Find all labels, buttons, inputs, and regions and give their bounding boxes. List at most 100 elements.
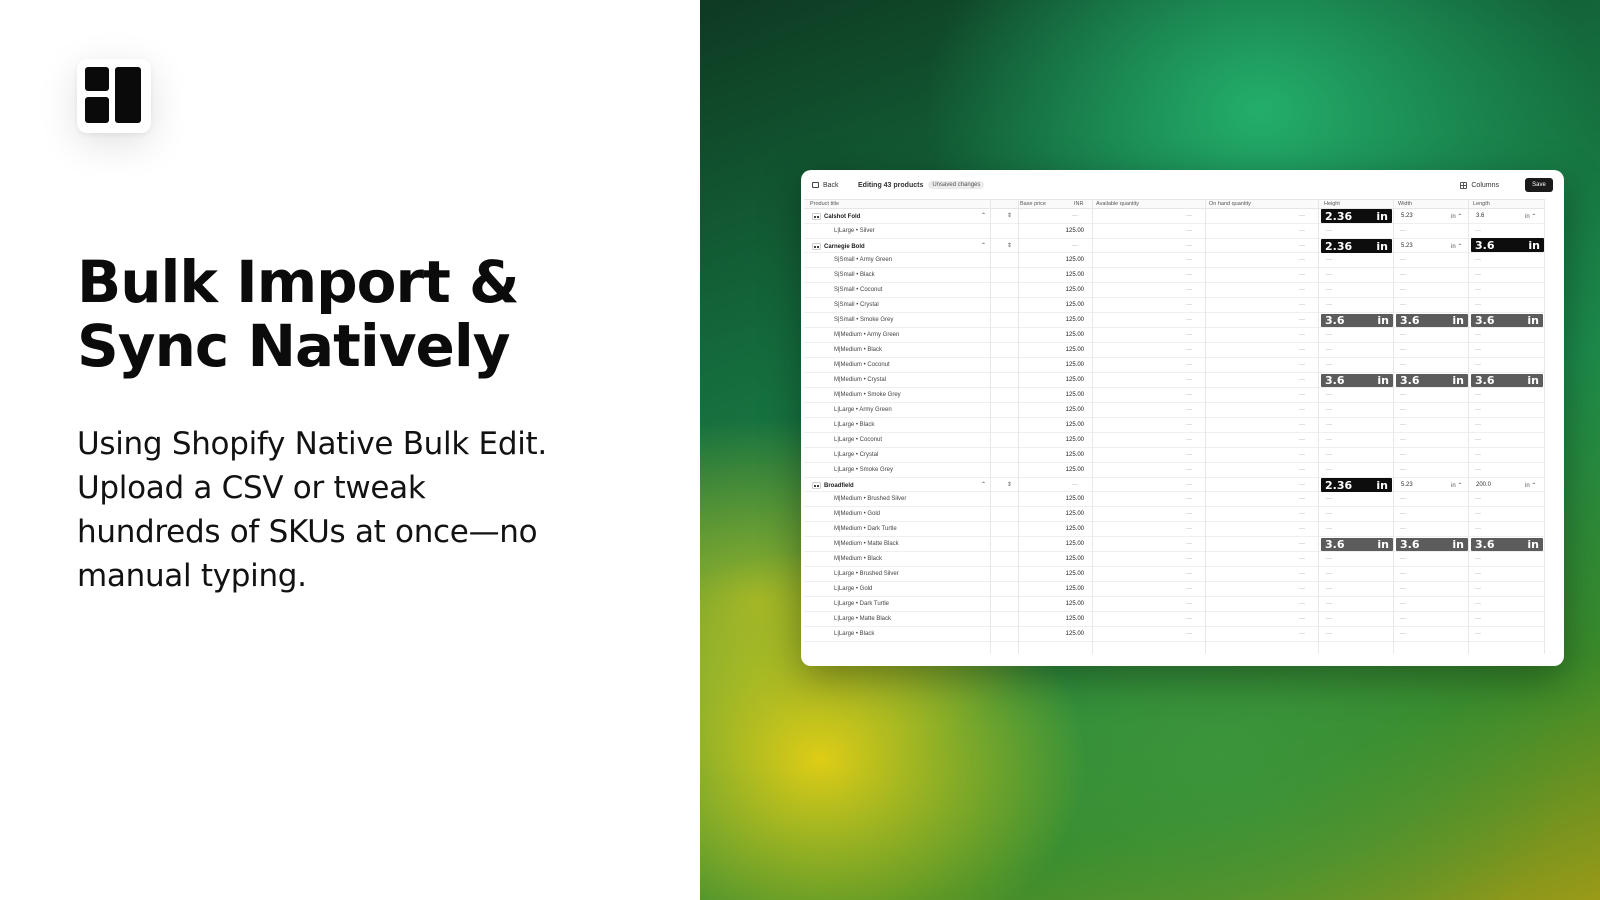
base-price-value[interactable]: 125.00 xyxy=(1054,601,1084,607)
variant-row[interactable]: S|Small • Army Green 125.00 — — — — — xyxy=(804,253,1544,268)
base-price-value[interactable]: 125.00 xyxy=(1054,556,1084,562)
variant-row[interactable]: L|Large • Coconut 125.00 — — — — — xyxy=(804,433,1544,448)
width-value[interactable]: 5.23 xyxy=(1401,243,1413,249)
product-title-cell[interactable]: Broadfield xyxy=(812,482,854,489)
variant-row[interactable]: M|Medium • Gold 125.00 — — — — — xyxy=(804,507,1544,522)
base-price-value[interactable]: 125.00 xyxy=(1054,407,1084,413)
empty-cell: — xyxy=(1400,228,1406,234)
product-row[interactable]: Broadfield ⌃ ⇕ — — — 2.36 in 5.23 in ⌃ 200.0 in ⌃ xyxy=(804,478,1544,492)
variant-row[interactable]: M|Medium • Black 125.00 — — — — — xyxy=(804,552,1544,567)
length-value[interactable]: 200.0 xyxy=(1476,482,1491,488)
sort-stepper-icon[interactable]: ⇕ xyxy=(1007,212,1012,219)
width-input[interactable]: 3.6 in xyxy=(1396,314,1468,327)
chevron-up-icon[interactable]: ⌃ xyxy=(981,212,986,219)
base-price-value[interactable]: 125.00 xyxy=(1054,631,1084,637)
columns-button[interactable]: Columns xyxy=(1460,178,1499,192)
variant-row[interactable]: L|Large • Brushed Silver 125.00 — — — — — xyxy=(804,567,1544,582)
variant-row[interactable]: L|Large • Matte Black 125.00 — — — — — xyxy=(804,612,1544,627)
product-row[interactable]: Carnegie Bold ⌃ ⇕ — — — 2.36 in 5.23 in ⌃ 3.6 in xyxy=(804,238,1544,253)
width-unit[interactable]: in ⌃ xyxy=(1451,482,1462,489)
variant-row[interactable]: M|Medium • Smoke Grey 125.00 — — — — — xyxy=(804,388,1544,403)
width-value: 3.6 xyxy=(1400,538,1420,551)
sort-stepper-icon[interactable]: ⇕ xyxy=(1007,242,1012,249)
variant-row[interactable]: M|Medium • Black 125.00 — — — — — xyxy=(804,343,1544,358)
base-price-value[interactable]: 125.00 xyxy=(1054,317,1084,323)
base-price-value[interactable]: 125.00 xyxy=(1054,541,1084,547)
width-value[interactable]: 5.23 xyxy=(1401,213,1413,219)
base-price-value[interactable]: 125.00 xyxy=(1054,332,1084,338)
empty-cell: — xyxy=(1326,511,1332,517)
product-title-cell[interactable]: Calshot Fold xyxy=(812,213,860,220)
base-price-value[interactable]: 125.00 xyxy=(1054,526,1084,532)
empty-cell: — xyxy=(1186,467,1192,473)
variant-row[interactable]: M|Medium • Brushed Silver 125.00 — — — — — xyxy=(804,492,1544,507)
base-price-value[interactable]: 125.00 xyxy=(1054,616,1084,622)
variant-row[interactable]: M|Medium • Dark Turtle 125.00 — — — — — xyxy=(804,522,1544,537)
height-input[interactable]: 2.36 in xyxy=(1321,209,1392,223)
base-price-value[interactable]: 125.00 xyxy=(1054,437,1084,443)
product-row[interactable]: Calshot Fold ⌃ ⇕ — — — 2.36 in 5.23 in ⌃ 3.6 in ⌃ xyxy=(804,209,1544,224)
variant-row[interactable]: L|Large • Dark Turtle 125.00 — — — — — xyxy=(804,597,1544,612)
base-price-value[interactable]: 125.00 xyxy=(1054,392,1084,398)
length-input[interactable]: 3.6 in xyxy=(1471,314,1543,327)
variant-row[interactable]: L|Large • Army Green 125.00 — — — — — xyxy=(804,403,1544,418)
length-input[interactable]: 3.6 in xyxy=(1471,238,1544,252)
width-value[interactable]: 5.23 xyxy=(1401,482,1413,488)
back-button[interactable]: Back xyxy=(812,178,839,192)
variant-row[interactable]: M|Medium • Crystal 125.00 3.6 in 3.6 in 3.6 in —… xyxy=(804,373,1544,388)
base-price-value[interactable]: 125.00 xyxy=(1054,302,1084,308)
width-unit[interactable]: in ⌃ xyxy=(1451,213,1462,220)
base-price-value[interactable]: 125.00 xyxy=(1054,511,1084,517)
length-input[interactable]: 3.6 in xyxy=(1471,374,1543,387)
chevron-up-icon[interactable]: ⌃ xyxy=(981,242,986,249)
variant-row[interactable]: M|Medium • Matte Black 125.00 3.6 in 3.6 in 3.… xyxy=(804,537,1544,552)
variant-row[interactable]: L|Large • Smoke Grey 125.00 — — — — — xyxy=(804,463,1544,478)
empty-cell: — xyxy=(1326,332,1332,338)
base-price-value[interactable]: 125.00 xyxy=(1054,496,1084,502)
height-input[interactable]: 3.6 in xyxy=(1321,374,1393,387)
variant-row[interactable]: L|Large • Crystal 125.00 — — — — — xyxy=(804,448,1544,463)
base-price-value[interactable]: 125.00 xyxy=(1054,287,1084,293)
length-input[interactable]: 3.6 in xyxy=(1471,538,1543,551)
width-unit[interactable]: in ⌃ xyxy=(1451,243,1462,250)
base-price-value[interactable]: 125.00 xyxy=(1054,422,1084,428)
variant-row[interactable]: L|Large • Gold 125.00 — — — — — xyxy=(804,582,1544,597)
chevron-up-icon[interactable]: ⌃ xyxy=(981,481,986,488)
variant-row[interactable]: L|Large • Black 125.00 — — — — — xyxy=(804,418,1544,433)
variant-row[interactable]: L|Large • Silver 125.00 — — — — — xyxy=(804,224,1544,239)
width-input[interactable]: 3.6 in xyxy=(1396,538,1468,551)
height-input[interactable]: 3.6 in xyxy=(1321,314,1393,327)
height-input[interactable]: 3.6 in xyxy=(1321,538,1393,551)
variant-row[interactable]: L|Large • Black 125.00 — — — — — xyxy=(804,627,1544,642)
empty-cell: — xyxy=(1299,332,1305,338)
base-price-value[interactable]: 125.00 xyxy=(1054,347,1084,353)
base-price-value[interactable]: 125.00 xyxy=(1054,272,1084,278)
variant-row[interactable]: M|Medium • Coconut 125.00 — — — — — xyxy=(804,358,1544,373)
height-input[interactable]: 2.36 in xyxy=(1321,239,1392,253)
variant-row[interactable]: S|Small • Black 125.00 — — — — — xyxy=(804,268,1544,283)
product-title-cell[interactable]: Carnegie Bold xyxy=(812,243,865,250)
variant-row[interactable]: S|Small • Crystal 125.00 — — — — — xyxy=(804,298,1544,313)
base-price-value[interactable]: 125.00 xyxy=(1054,257,1084,263)
length-value: 3.6 xyxy=(1475,238,1495,252)
width-input[interactable]: 3.6 in xyxy=(1396,374,1468,387)
base-price-value[interactable]: 125.00 xyxy=(1054,586,1084,592)
empty-cell: — xyxy=(1400,571,1406,577)
height-input[interactable]: 2.36 in xyxy=(1321,478,1392,492)
base-price-value[interactable]: 125.00 xyxy=(1054,571,1084,577)
save-button[interactable]: Save xyxy=(1525,178,1553,192)
length-unit[interactable]: in ⌃ xyxy=(1525,482,1536,489)
variant-row[interactable]: S|Small • Smoke Grey 125.00 3.6 in 3.6 in 3.6 i… xyxy=(804,313,1544,328)
variant-row[interactable]: M|Medium • Army Green 125.00 — — — — — xyxy=(804,328,1544,343)
base-price-value[interactable]: 125.00 xyxy=(1054,452,1084,458)
base-price-value[interactable]: 125.00 xyxy=(1054,228,1084,234)
variant-row[interactable]: S|Small • Coconut 125.00 — — — — — xyxy=(804,283,1544,298)
length-unit[interactable]: in ⌃ xyxy=(1525,213,1536,220)
empty-cell: — xyxy=(1186,586,1192,592)
length-value[interactable]: 3.6 xyxy=(1476,213,1484,219)
sort-stepper-icon[interactable]: ⇕ xyxy=(1007,481,1012,488)
base-price-value[interactable]: 125.00 xyxy=(1054,377,1084,383)
base-price-value[interactable]: 125.00 xyxy=(1054,467,1084,473)
columns-icon xyxy=(1460,181,1468,189)
base-price-value[interactable]: 125.00 xyxy=(1054,362,1084,368)
